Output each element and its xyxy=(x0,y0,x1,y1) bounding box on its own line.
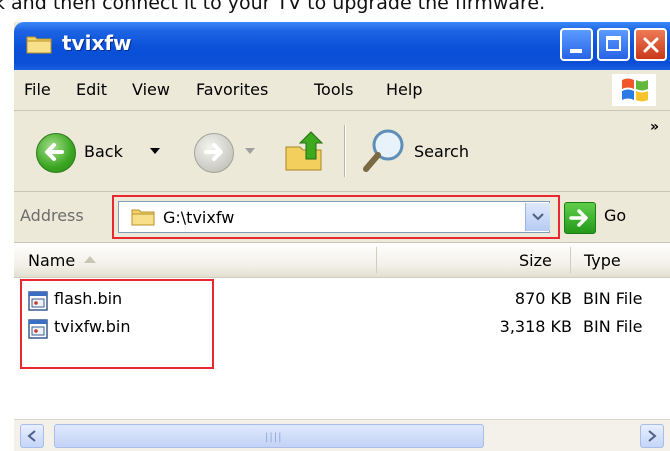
grip-icon: |||| xyxy=(265,432,283,443)
caption-text: k and then connect it to your TV to upgr… xyxy=(0,0,546,14)
menu-view[interactable]: View xyxy=(132,80,170,99)
scroll-right-button[interactable] xyxy=(640,424,664,448)
search-icon[interactable] xyxy=(362,127,408,175)
folder-up-icon[interactable] xyxy=(284,129,326,173)
file-size: 870 KB xyxy=(514,289,572,308)
highlight-box-files xyxy=(20,279,214,369)
back-dropdown-icon[interactable] xyxy=(150,148,160,154)
toolbar-overflow-button[interactable]: » xyxy=(650,119,659,135)
horizontal-scrollbar[interactable]: |||| xyxy=(14,419,670,451)
back-label: Back xyxy=(84,142,123,161)
go-label[interactable]: Go xyxy=(604,206,626,225)
file-list: Name Size Type flash.bin 870 KB BIN File xyxy=(14,243,670,419)
address-bar: Address G:\tvixfw Go xyxy=(14,192,670,243)
minimize-icon xyxy=(570,49,582,53)
scroll-thumb[interactable]: |||| xyxy=(54,424,484,448)
close-icon xyxy=(643,37,659,53)
column-divider[interactable] xyxy=(570,247,571,273)
column-header-row: Name Size Type xyxy=(14,243,670,278)
close-button[interactable] xyxy=(634,28,667,61)
column-header-type[interactable]: Type xyxy=(584,251,621,270)
column-divider[interactable] xyxy=(376,247,377,273)
title-bar[interactable]: tvixfw xyxy=(14,22,670,70)
search-label[interactable]: Search xyxy=(414,142,469,161)
minimize-button[interactable] xyxy=(560,28,593,61)
back-button[interactable] xyxy=(36,133,76,173)
file-size: 3,318 KB xyxy=(499,317,572,336)
menu-favorites[interactable]: Favorites xyxy=(196,80,268,99)
menu-help[interactable]: Help xyxy=(386,80,422,99)
maximize-icon xyxy=(606,36,621,51)
menu-bar: File Edit View Favorites Tools Help xyxy=(14,70,670,111)
window-title: tvixfw xyxy=(62,31,132,55)
highlight-box-address xyxy=(112,195,560,239)
toolbar: Back Search » xyxy=(14,111,670,192)
menu-edit[interactable]: Edit xyxy=(76,80,107,99)
menu-file[interactable]: File xyxy=(24,80,51,99)
sort-ascending-icon xyxy=(84,256,96,263)
maximize-button[interactable] xyxy=(597,28,630,61)
chevron-left-icon xyxy=(27,430,36,442)
scroll-left-button[interactable] xyxy=(20,424,44,448)
file-type: BIN File xyxy=(583,317,643,336)
forward-button[interactable] xyxy=(194,133,234,173)
arrow-right-icon xyxy=(569,209,588,227)
arrow-right-icon xyxy=(204,143,223,161)
arrow-left-icon xyxy=(45,143,64,161)
forward-dropdown-icon[interactable] xyxy=(245,148,255,154)
file-type: BIN File xyxy=(583,289,643,308)
folder-icon xyxy=(26,36,52,54)
toolbar-separator xyxy=(344,125,346,177)
explorer-window: tvixfw File Edit View Favorites Tools He… xyxy=(14,22,670,451)
menu-tools[interactable]: Tools xyxy=(314,80,353,99)
windows-logo-icon xyxy=(612,74,656,106)
column-header-size[interactable]: Size xyxy=(519,251,552,270)
column-header-name[interactable]: Name xyxy=(28,251,75,270)
go-button[interactable] xyxy=(564,202,596,234)
chevron-right-icon xyxy=(648,430,657,442)
address-label: Address xyxy=(20,206,84,225)
